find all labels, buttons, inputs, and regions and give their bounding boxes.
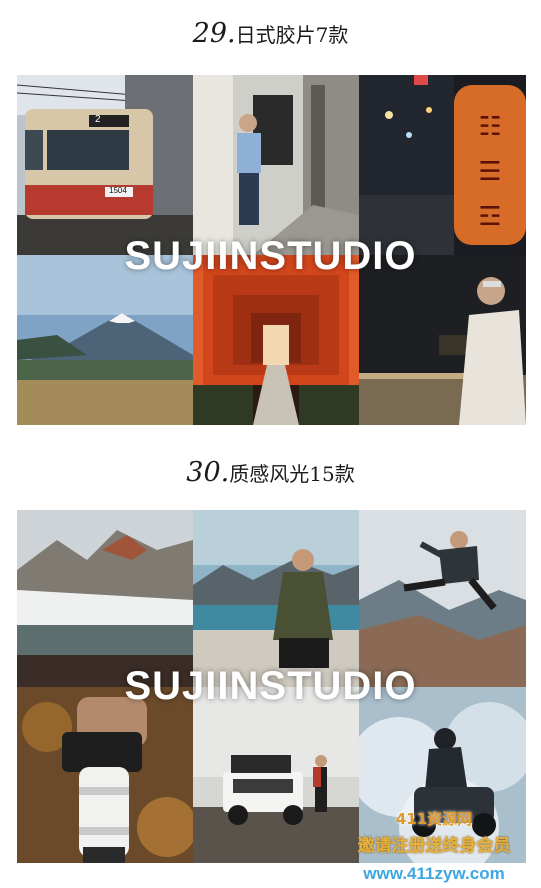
section-1-label: 日式胶片7款 [235,23,349,47]
site-badge-slogan: 邀请注册送终身会员 [357,836,511,856]
tram-route-sign: 2 [95,114,101,125]
svg-text:☲: ☲ [478,202,501,232]
photo-snowy-mountain-lake [17,510,193,687]
photo-torii-gates [193,255,359,425]
photo-hand-with-camera [17,687,193,863]
site-badge-name: 411资源网 [395,810,473,828]
section-1-title: 29.日式胶片7款 [0,18,541,49]
photo-elderly-chef [359,255,526,425]
photo-night-street-lantern: ☷ ☰ ☲ [359,75,526,255]
site-badge: 411资源网 邀请注册送终身会员 [339,808,529,856]
section-2-label: 质感风光15款 [229,462,355,486]
section-1-number: 29. [192,18,236,49]
photo-jumping-man [359,510,526,687]
section-2-title: 30.质感风光15款 [0,457,541,488]
photo-offroad-vehicle [193,687,359,863]
svg-text:☷: ☷ [478,112,501,142]
photo-tram: 2 1504 [17,75,193,255]
tram-number-plate: 1504 [109,186,127,195]
svg-text:☰: ☰ [478,157,501,187]
photo-grid-japanese-film: 2 1504 ☷ ☰ ☲ [17,75,526,425]
photo-man-on-boat [193,510,359,687]
section-2-number: 30. [186,457,230,488]
photo-mount-fuji [17,255,193,425]
site-badge-url[interactable]: www.411zyw.com [339,864,529,884]
photo-man-in-alley [193,75,359,255]
